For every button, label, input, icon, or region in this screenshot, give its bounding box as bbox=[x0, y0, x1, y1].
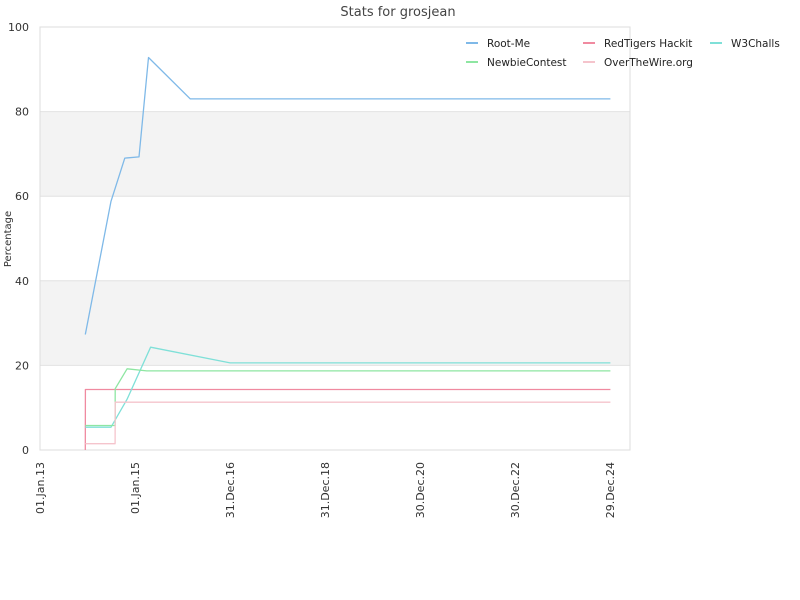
x-tick-label: 01.Jan.15 bbox=[129, 462, 142, 514]
series-line-newbiecontest bbox=[85, 368, 611, 427]
series-line-redtigers-hackit bbox=[84, 388, 611, 451]
y-tick-label: 100 bbox=[8, 21, 29, 34]
x-tick-label: 29.Dec.24 bbox=[604, 462, 617, 518]
x-tick-label: 31.Dec.18 bbox=[319, 462, 332, 518]
series-line-overthewire-org bbox=[85, 401, 611, 445]
chart: Stats for grosjean 0 20 40 60 80 100 01.Jan.1… bbox=[3, 5, 780, 518]
legend-label: RedTigers Hackit bbox=[604, 38, 692, 50]
y-tick-label: 0 bbox=[22, 444, 29, 457]
legend-label: NewbieContest bbox=[487, 57, 567, 69]
legend-label: OverTheWire.org bbox=[604, 57, 693, 69]
x-tick-label: 01.Jan.13 bbox=[34, 462, 47, 514]
grid-bands bbox=[40, 111, 630, 366]
y-tick-label: 60 bbox=[15, 190, 29, 203]
grid-band bbox=[40, 280, 630, 366]
y-tick-label: 20 bbox=[15, 359, 29, 372]
legend-label: Root-Me bbox=[487, 38, 530, 50]
x-axis-ticks: 01.Jan.13 01.Jan.15 31.Dec.16 31.Dec.18 30.D… bbox=[34, 462, 617, 518]
grid-lines bbox=[40, 26, 630, 451]
x-tick-label: 30.Dec.22 bbox=[509, 462, 522, 518]
y-tick-label: 80 bbox=[15, 106, 29, 119]
legend: Root-Me RedTigers Hackit W3Challs NewbieCon… bbox=[466, 38, 780, 69]
x-tick-label: 31.Dec.16 bbox=[224, 462, 237, 518]
y-axis-label: Percentage bbox=[3, 211, 14, 267]
grid-band bbox=[40, 111, 630, 197]
legend-label: W3Challs bbox=[731, 38, 780, 50]
x-tick-label: 30.Dec.20 bbox=[414, 462, 427, 518]
plot-frame bbox=[39, 26, 631, 451]
y-tick-label: 40 bbox=[15, 275, 29, 288]
chart-title: Stats for grosjean bbox=[340, 5, 455, 20]
